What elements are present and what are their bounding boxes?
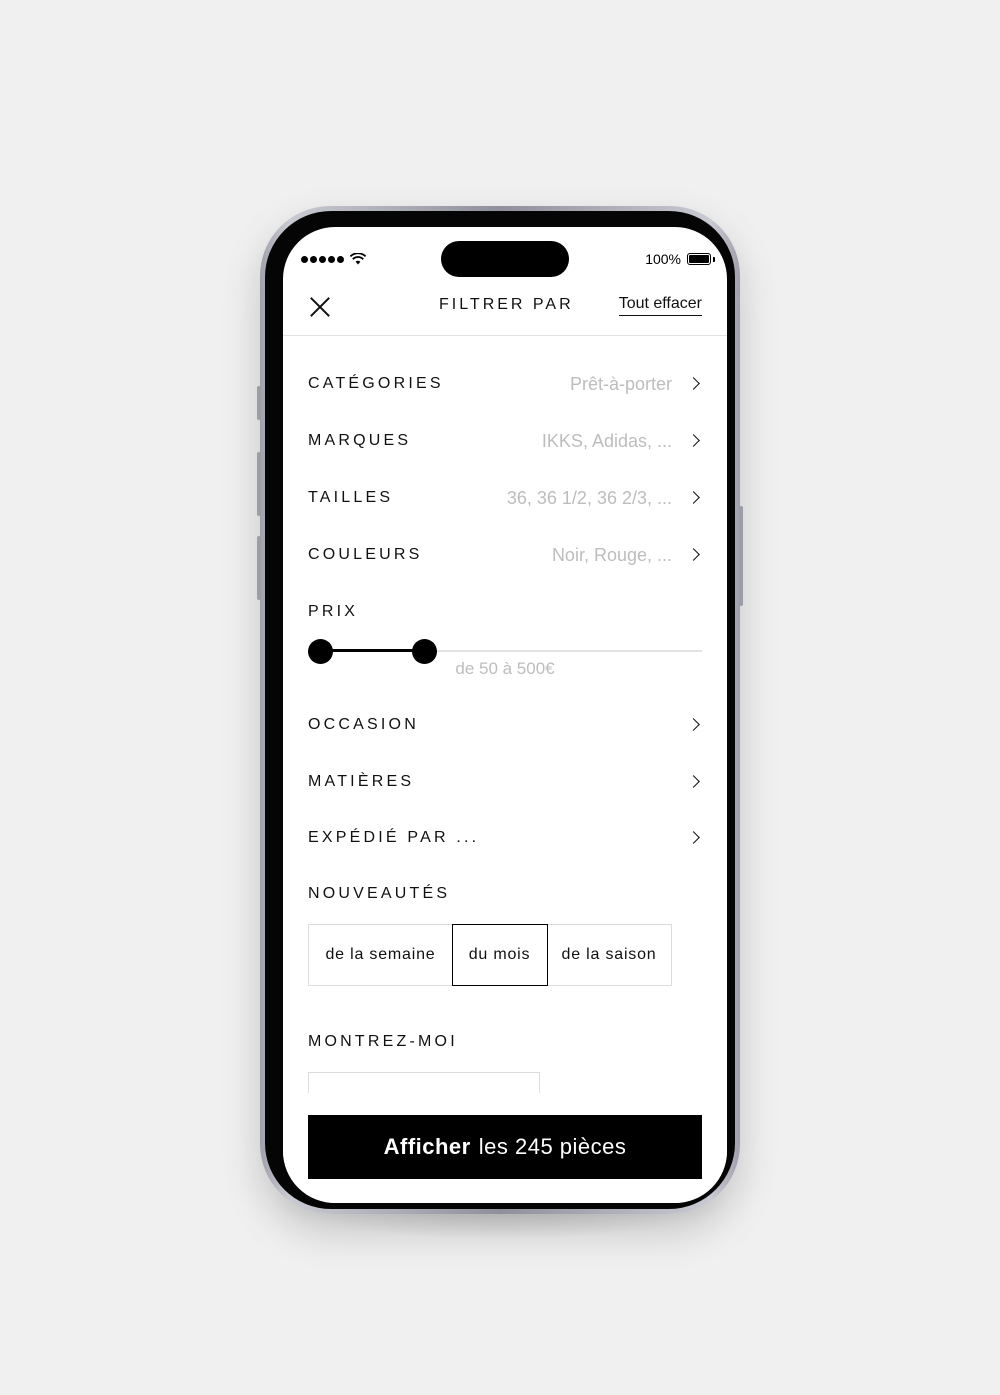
footer: Afficher les 245 pièces — [283, 1093, 727, 1203]
screen: 100% FILTRER PAR Tout effacer CATÉGORIES… — [283, 227, 727, 1203]
news-option-month[interactable]: du mois — [451, 924, 548, 986]
side-button — [257, 386, 261, 420]
filter-row-shipped-by[interactable]: EXPÉDIÉ PAR ... — [308, 819, 702, 859]
filter-label: CATÉGORIES — [308, 375, 444, 392]
battery-percent: 100% — [645, 251, 681, 267]
power-button — [739, 506, 743, 606]
cta-text: les 245 pièces — [478, 1134, 627, 1159]
close-icon[interactable] — [307, 294, 333, 320]
filter-label: TAILLES — [308, 489, 394, 506]
battery-icon — [687, 253, 711, 265]
volume-up-button — [257, 452, 261, 516]
cta-bold-text: Afficher — [383, 1134, 471, 1159]
status-bar: 100% — [283, 227, 727, 287]
price-label: PRIX — [308, 603, 359, 620]
battery-cap — [713, 257, 715, 262]
news-label: NOUVEAUTÉS — [308, 885, 451, 902]
news-option-week[interactable]: de la semaine — [308, 924, 453, 986]
filter-row-occasion[interactable]: OCCASION — [308, 706, 702, 746]
filter-row-brands[interactable]: MARQUES IKKS, Adidas, ... — [308, 422, 702, 462]
filter-row-colors[interactable]: COULEURS Noir, Rouge, ... — [308, 536, 702, 576]
dynamic-island — [441, 241, 569, 277]
clear-all-link[interactable]: Tout effacer — [618, 295, 702, 316]
chevron-right-icon — [687, 831, 700, 844]
chevron-right-icon — [687, 775, 700, 788]
phone-frame: 100% FILTRER PAR Tout effacer CATÉGORIES… — [257, 206, 743, 1214]
chevron-right-icon — [687, 377, 700, 390]
volume-down-button — [257, 536, 261, 600]
news-option-season[interactable]: de la saison — [546, 924, 672, 986]
filter-label: COULEURS — [308, 546, 423, 563]
chevron-right-icon — [687, 434, 700, 447]
chevron-right-icon — [687, 718, 700, 731]
chevron-right-icon — [687, 491, 700, 504]
filter-label: MARQUES — [308, 432, 412, 449]
show-results-button[interactable]: Afficher les 245 pièces — [308, 1115, 702, 1179]
filter-row-sizes[interactable]: TAILLES 36, 36 1/2, 36 2/3, ... — [308, 479, 702, 519]
filter-value: IKKS, Adidas, ... — [541, 431, 672, 451]
filter-row-materials[interactable]: MATIÈRES — [308, 763, 702, 803]
filter-value: Noir, Rouge, ... — [551, 545, 672, 565]
page-title: FILTRER PAR — [439, 296, 574, 313]
wifi-icon — [350, 253, 366, 265]
chevron-right-icon — [687, 548, 700, 561]
filter-header: FILTRER PAR Tout effacer — [283, 287, 727, 336]
filter-label: EXPÉDIÉ PAR ... — [308, 829, 480, 846]
show-me-label: MONTREZ-MOI — [308, 1033, 458, 1050]
filter-label: MATIÈRES — [308, 773, 415, 790]
signal-icon — [301, 253, 366, 265]
phone-bezel: 100% FILTRER PAR Tout effacer CATÉGORIES… — [265, 211, 735, 1209]
price-range-text: de 50 à 500€ — [455, 659, 555, 678]
filter-row-categories[interactable]: CATÉGORIES Prêt-à-porter — [308, 365, 702, 405]
slider-range-fill — [319, 649, 424, 652]
filter-value: 36, 36 1/2, 36 2/3, ... — [506, 488, 672, 508]
news-segmented-control: de la semaine du mois de la saison — [308, 924, 672, 986]
filter-value: Prêt-à-porter — [569, 374, 672, 394]
filter-label: OCCASION — [308, 716, 419, 733]
